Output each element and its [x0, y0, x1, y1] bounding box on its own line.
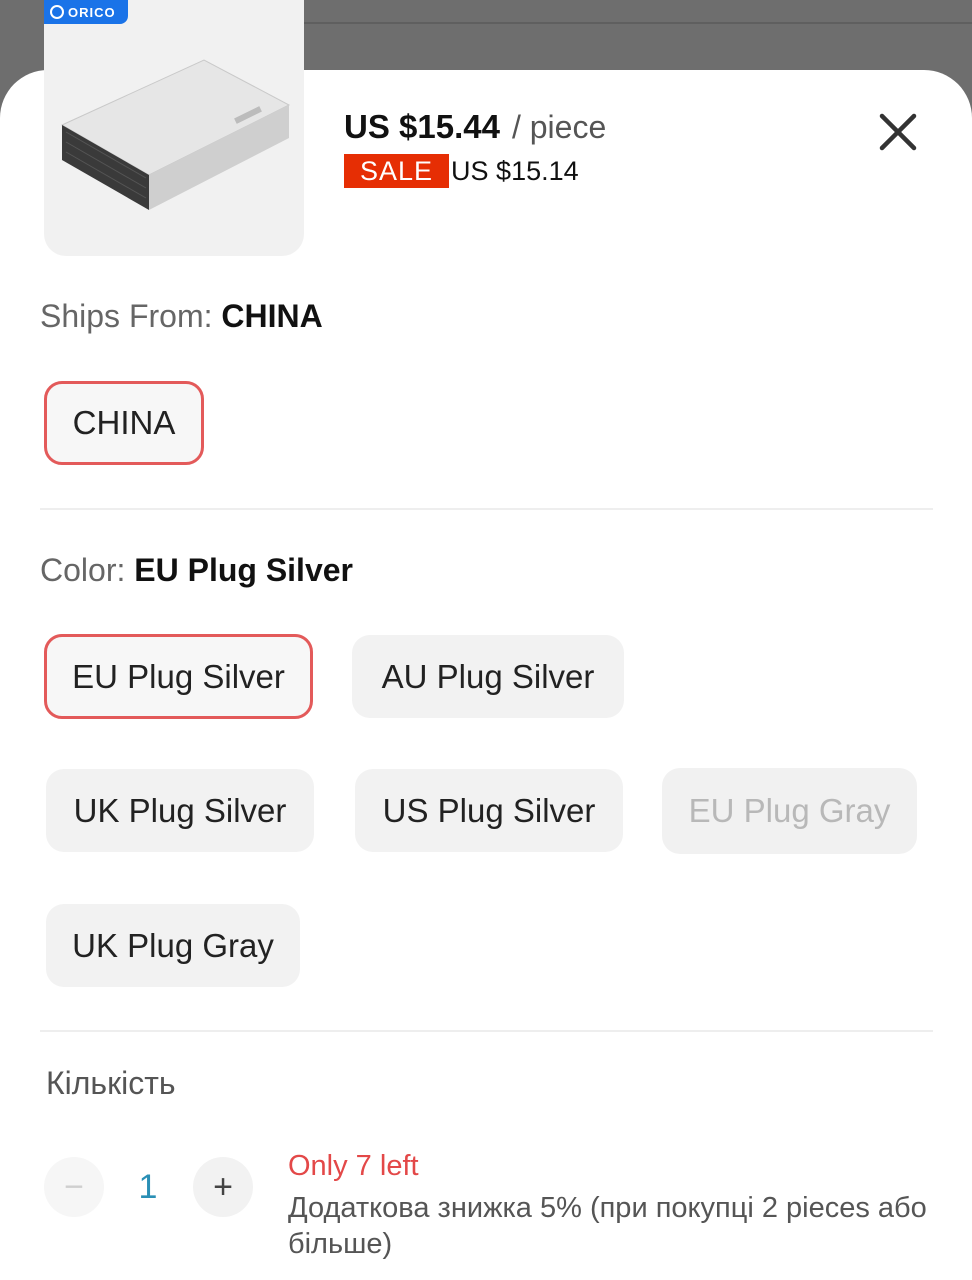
- brand-badge: ORICO: [44, 0, 128, 24]
- ships-from-heading: Ships From: CHINA: [40, 298, 323, 335]
- quantity-value[interactable]: 1: [130, 1168, 166, 1207]
- product-thumbnail: ORICO: [44, 0, 304, 256]
- plus-icon: +: [213, 1167, 233, 1206]
- section-divider: [40, 1030, 933, 1032]
- stock-remaining-note: Only 7 left: [288, 1150, 419, 1182]
- option-label: CHINA: [72, 404, 176, 441]
- color-option-eu-plug-silver[interactable]: EU Plug Silver: [44, 634, 313, 719]
- color-value: EU Plug Silver: [134, 552, 353, 588]
- option-label: EU Plug Silver: [72, 657, 285, 695]
- quantity-increase-button[interactable]: +: [193, 1157, 253, 1217]
- ships-from-value: CHINA: [221, 298, 323, 334]
- option-label: US Plug Silver: [382, 791, 596, 829]
- section-divider: [40, 508, 933, 510]
- color-label: Color:: [40, 552, 126, 588]
- backdrop-divider: [300, 22, 972, 24]
- option-label: UK Plug Gray: [72, 926, 274, 964]
- color-option-uk-plug-gray[interactable]: UK Plug Gray: [46, 904, 300, 987]
- price-unit: / piece: [511, 109, 607, 145]
- quantity-decrease-button[interactable]: −: [44, 1157, 104, 1217]
- ships-from-label: Ships From:: [40, 298, 213, 334]
- minus-icon: −: [64, 1167, 84, 1206]
- close-icon: [879, 113, 917, 151]
- option-label: UK Plug Silver: [73, 791, 287, 829]
- brand-logo-icon: [50, 5, 64, 19]
- quantity-heading: Кількість: [46, 1065, 176, 1101]
- ships-from-option-china[interactable]: CHINA: [44, 381, 204, 465]
- option-label: AU Plug Silver: [381, 657, 595, 695]
- color-heading: Color: EU Plug Silver: [40, 552, 353, 589]
- color-option-au-plug-silver[interactable]: AU Plug Silver: [352, 635, 624, 718]
- bulk-discount-note: Додаткова знижка 5% (при покупці 2 piece…: [288, 1192, 927, 1260]
- color-option-eu-plug-gray[interactable]: EU Plug Gray: [662, 768, 917, 854]
- hard-drive-enclosure-image: [60, 59, 291, 210]
- price-block: US $15.44 / piece SALE US $15.14: [344, 108, 606, 188]
- color-option-uk-plug-silver[interactable]: UK Plug Silver: [46, 769, 314, 852]
- brand-badge-label: ORICO: [68, 4, 116, 20]
- close-button[interactable]: [874, 108, 922, 156]
- sale-badge: SALE: [344, 154, 450, 188]
- color-option-us-plug-silver[interactable]: US Plug Silver: [355, 769, 623, 852]
- option-label: EU Plug Gray: [688, 792, 891, 829]
- product-price: US $15.44: [344, 108, 500, 145]
- sale-price: US $15.14: [451, 155, 579, 186]
